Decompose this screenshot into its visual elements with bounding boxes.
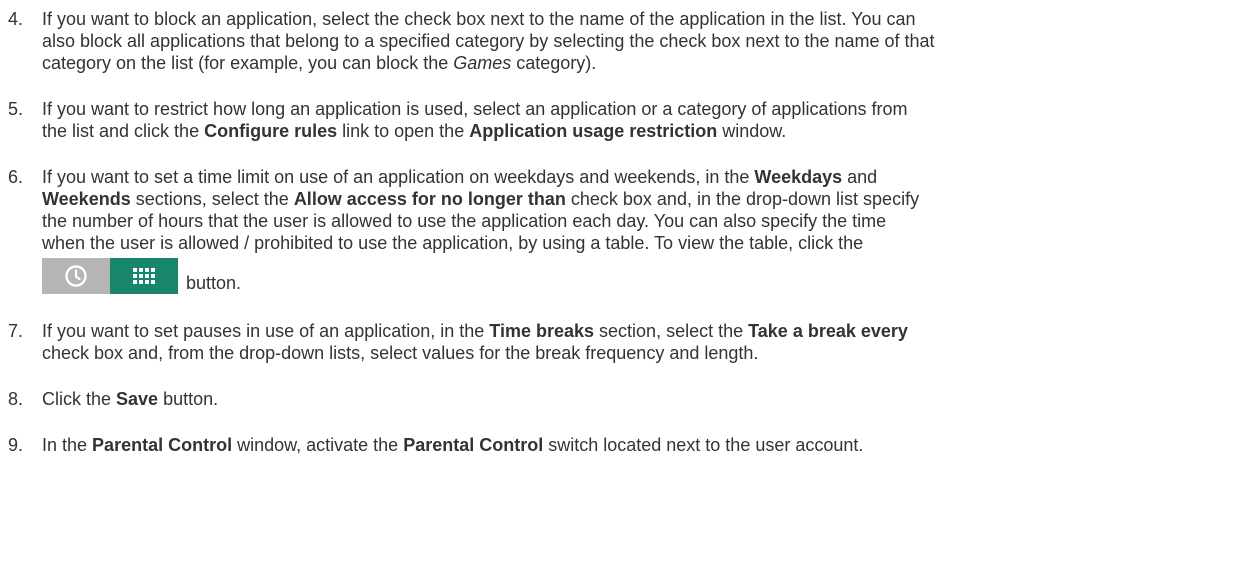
text-line: Weekends sections, select the Allow acce…	[42, 188, 1240, 210]
text-line: In the Parental Control window, activate…	[42, 434, 1240, 456]
bold-term: Allow access for no longer than	[293, 189, 566, 209]
grid-table-icon	[133, 268, 155, 284]
text-line: If you want to restrict how long an appl…	[42, 98, 1240, 120]
text-run: category).	[511, 53, 597, 73]
text-run: If you want to block an application, sel…	[42, 9, 916, 29]
text-run: also block all applications that belong …	[42, 31, 935, 51]
text-line: the list and click the Configure rules l…	[42, 120, 1240, 142]
step-number: 4.	[8, 9, 24, 29]
text-run: window, activate the	[232, 435, 404, 455]
step-text: If you want to block an application, sel…	[42, 8, 1240, 74]
step-number: 6.	[8, 167, 24, 187]
text-run: check box and, from the drop-down lists,…	[42, 343, 759, 363]
clock-icon	[65, 265, 87, 287]
step-number: 8.	[8, 389, 24, 409]
text-run: link to open the	[337, 121, 470, 141]
text-run: If you want to set a time limit on use o…	[42, 167, 755, 187]
text-run: sections, select the	[130, 189, 294, 209]
step-text: If you want to restrict how long an appl…	[42, 98, 1240, 142]
schedule-view-toggle[interactable]	[42, 258, 178, 294]
text-run: If you want to set pauses in use of an a…	[42, 321, 490, 341]
text-line: category on the list (for example, you c…	[42, 52, 1240, 74]
text-run: If you want to restrict how long an appl…	[42, 99, 908, 119]
text-run: the list and click the	[42, 121, 205, 141]
text-run: button.	[158, 389, 219, 409]
text-run: when the user is allowed / prohibited to…	[42, 233, 864, 253]
text-run: Click the	[42, 389, 117, 409]
step-8: 8. Click the Save button.	[0, 388, 1248, 410]
table-view-button[interactable]	[110, 258, 178, 294]
bold-term: Configure rules	[204, 121, 338, 141]
step-number: 9.	[8, 435, 24, 455]
italic-term: Games	[453, 53, 512, 73]
step-4: 4. If you want to block an application, …	[0, 8, 1248, 74]
clock-view-button[interactable]	[42, 258, 110, 294]
text-run: check box and, in the drop-down list spe…	[565, 189, 920, 209]
step-7: 7. If you want to set pauses in use of a…	[0, 320, 1248, 364]
step-text: In the Parental Control window, activate…	[42, 434, 1240, 456]
text-run: category on the list (for example, you c…	[42, 53, 454, 73]
text-run: In the	[42, 435, 93, 455]
text-line: check box and, from the drop-down lists,…	[42, 342, 1240, 364]
text-line: If you want to block an application, sel…	[42, 8, 1240, 30]
step-number: 5.	[8, 99, 24, 119]
text-run: and	[842, 167, 878, 187]
text-line: also block all applications that belong …	[42, 30, 1240, 52]
text-run: the number of hours that the user is all…	[42, 211, 887, 231]
text-line: Click the Save button.	[42, 388, 1240, 410]
step-5: 5. If you want to restrict how long an a…	[0, 98, 1248, 142]
bold-term: Weekdays	[754, 167, 843, 187]
bold-term: Application usage restriction	[469, 121, 718, 141]
text-line: when the user is allowed / prohibited to…	[42, 232, 1240, 254]
bold-term: Parental Control	[92, 435, 233, 455]
step-6: 6. If you want to set a time limit on us…	[0, 166, 1248, 294]
button-suffix-text: button.	[186, 273, 242, 293]
text-line: the number of hours that the user is all…	[42, 210, 1240, 232]
text-line: If you want to set a time limit on use o…	[42, 166, 1240, 188]
step-number: 7.	[8, 321, 24, 341]
text-run: switch located next to the user account.	[543, 435, 864, 455]
text-run: section, select the	[594, 321, 749, 341]
text-run: window.	[717, 121, 787, 141]
step-text: If you want to set pauses in use of an a…	[42, 320, 1240, 364]
bold-term: Take a break every	[748, 321, 908, 341]
step-text: If you want to set a time limit on use o…	[42, 166, 1240, 254]
text-line: If you want to set pauses in use of an a…	[42, 320, 1240, 342]
view-toggle-row: button.	[42, 258, 1240, 294]
bold-term: Time breaks	[489, 321, 595, 341]
step-text: Click the Save button.	[42, 388, 1240, 410]
bold-term: Parental Control	[403, 435, 544, 455]
instruction-document: 4. If you want to block an application, …	[0, 0, 1248, 456]
step-9: 9. In the Parental Control window, activ…	[0, 434, 1248, 456]
bold-term: Save	[116, 389, 159, 409]
bold-term: Weekends	[42, 189, 131, 209]
